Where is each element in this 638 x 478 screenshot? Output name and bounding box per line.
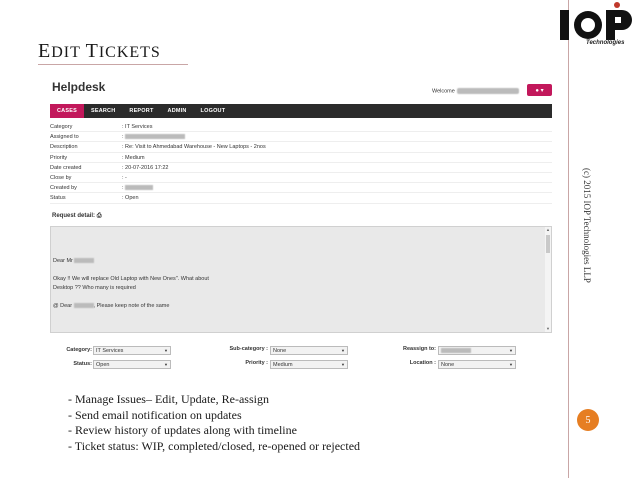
chevron-down-icon: ▼ [164, 362, 168, 367]
priority-label: Priority : [245, 360, 268, 366]
nav-report[interactable]: REPORT [122, 104, 160, 118]
nav-search[interactable]: SEARCH [84, 104, 122, 118]
redacted-name [73, 303, 94, 309]
mail-line: @ Dear , Please keep note of the same [53, 303, 170, 309]
location-select[interactable]: None ▼ [438, 360, 516, 369]
category-select[interactable]: IT Services ▼ [93, 346, 171, 355]
scroll-down-icon[interactable]: ▼ [545, 326, 551, 332]
detail-row: Description: Re: Visit to Ahmedabad Ware… [50, 142, 552, 153]
chevron-down-icon: ▼ [341, 348, 345, 353]
detail-row: Category: IT Services [50, 122, 552, 133]
status-select[interactable]: Open ▼ [93, 360, 171, 369]
welcome-text: Welcome [432, 88, 519, 94]
scroll-up-icon[interactable]: ▲ [545, 227, 551, 233]
subcategory-select[interactable]: None ▼ [270, 346, 348, 355]
location-label: Location : [409, 360, 436, 366]
copyright-text: (c) 2015 IOP Technologies LLP [582, 168, 592, 283]
scrollbar[interactable]: ▲ ▼ [545, 227, 551, 332]
reassign-select[interactable]: ▼ [438, 346, 516, 355]
chevron-down-icon: ▼ [509, 348, 513, 353]
scroll-thumb[interactable] [546, 235, 550, 253]
ticket-details: Category: IT Services Assigned to: Descr… [50, 122, 552, 204]
logo-dot [614, 2, 620, 8]
redacted-name [441, 348, 471, 354]
page-number: 5 [577, 409, 599, 431]
detail-row: Close by: - [50, 173, 552, 184]
redacted-name [125, 185, 154, 191]
reassign-label: Reassign to: [402, 346, 436, 352]
mail-line: Okay !! We will replace Old Laptop with … [53, 276, 209, 282]
vertical-divider [568, 0, 569, 478]
detail-row: Assigned to: [50, 132, 552, 143]
request-detail-box[interactable]: Dear Mr Okay !! We will replace Old Lapt… [50, 226, 552, 333]
subcategory-label: Sub-category : [229, 346, 268, 352]
bullet-item: - Ticket status: WIP, completed/closed, … [68, 438, 361, 453]
slide-title: EDIT TICKETS [38, 40, 161, 62]
username-redacted [456, 88, 519, 94]
detail-row: Status: Open [50, 193, 552, 204]
detail-row: Date created: 20-07-2016 17:22 [50, 163, 552, 173]
nav-cases[interactable]: CASES [50, 104, 84, 118]
app-title: Helpdesk [52, 80, 106, 94]
chevron-down-icon: ▼ [341, 362, 345, 367]
mail-line: Desktop ?? Who many is required [53, 285, 136, 291]
bullet-item: - Manage Issues– Edit, Update, Re-assign [68, 392, 269, 406]
title-underline [38, 64, 188, 65]
logo-subtext: Technologies [586, 40, 625, 46]
mail-line: Dear Mr [53, 258, 95, 265]
redacted-name [125, 134, 186, 140]
request-detail-label: Request detail: ⎙ [52, 213, 102, 219]
chevron-down-icon: ▼ [509, 362, 513, 367]
nav-logout[interactable]: LOGOUT [194, 104, 233, 118]
print-icon[interactable]: ⎙ [97, 213, 102, 219]
main-nav: CASES SEARCH REPORT ADMIN LOGOUT [50, 104, 552, 118]
bullet-item: - Review history of updates along with t… [68, 423, 297, 437]
bullet-item: - Send email notification on updates [68, 407, 242, 422]
detail-row: Created by: [50, 183, 552, 194]
detail-row: Priority: Medium [50, 153, 552, 163]
chevron-down-icon: ▼ [164, 348, 168, 353]
category-label: Category: [66, 347, 92, 353]
status-label: Status: [73, 361, 92, 367]
helpdesk-app: Helpdesk Welcome ● ▾ CASES SEARCH REPORT… [50, 76, 552, 370]
redacted-name [74, 258, 95, 264]
feature-bullets: - Manage Issues– Edit, Update, Re-assign… [68, 392, 360, 454]
user-menu-button[interactable]: ● ▾ [527, 84, 552, 96]
nav-admin[interactable]: ADMIN [161, 104, 194, 118]
priority-select[interactable]: Medium ▼ [270, 360, 348, 369]
